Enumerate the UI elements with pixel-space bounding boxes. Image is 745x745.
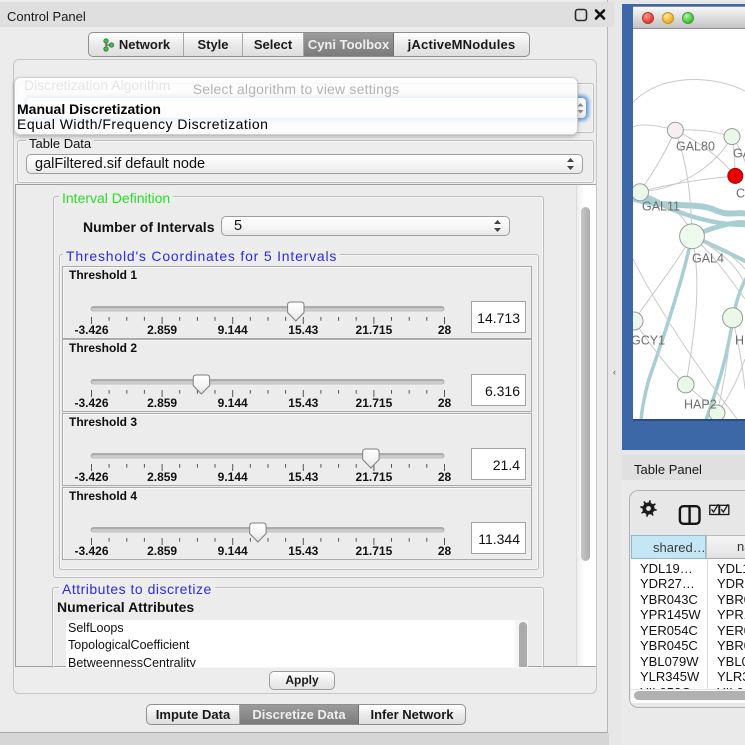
svg-text:GAL80: GAL80 (676, 140, 715, 154)
svg-text:GCY1: GCY1 (633, 334, 665, 348)
svg-text:9.144: 9.144 (218, 396, 248, 410)
svg-text:2.859: 2.859 (147, 544, 177, 558)
svg-text:2.859: 2.859 (147, 470, 177, 484)
svg-text:28: 28 (438, 544, 452, 558)
svg-text:28: 28 (438, 396, 452, 410)
svg-text:GAL11: GAL11 (642, 200, 680, 214)
svg-text:28: 28 (438, 470, 452, 484)
svg-text:9.144: 9.144 (218, 323, 248, 337)
svg-text:15.43: 15.43 (288, 470, 318, 484)
svg-text:2.859: 2.859 (147, 396, 177, 410)
svg-text:-3.426: -3.426 (74, 544, 108, 558)
svg-text:15.43: 15.43 (288, 396, 318, 410)
svg-text:9.144: 9.144 (218, 470, 248, 484)
svg-text:H: H (735, 334, 744, 348)
svg-text:21.715: 21.715 (356, 544, 393, 558)
svg-text:9.144: 9.144 (218, 544, 248, 558)
svg-text:21.715: 21.715 (356, 470, 393, 484)
svg-text:GAL4: GAL4 (692, 252, 724, 266)
svg-text:-3.426: -3.426 (74, 470, 108, 484)
svg-text:C: C (736, 187, 745, 201)
svg-text:-3.426: -3.426 (74, 323, 108, 337)
svg-text:GA: GA (733, 147, 745, 161)
svg-text:-3.426: -3.426 (74, 396, 108, 410)
svg-text:21.715: 21.715 (356, 323, 393, 337)
svg-text:15.43: 15.43 (288, 323, 318, 337)
svg-text:21.715: 21.715 (356, 396, 393, 410)
svg-text:28: 28 (438, 323, 452, 337)
svg-text:HAP2: HAP2 (684, 398, 717, 412)
svg-text:15.43: 15.43 (288, 544, 318, 558)
svg-text:2.859: 2.859 (147, 323, 177, 337)
